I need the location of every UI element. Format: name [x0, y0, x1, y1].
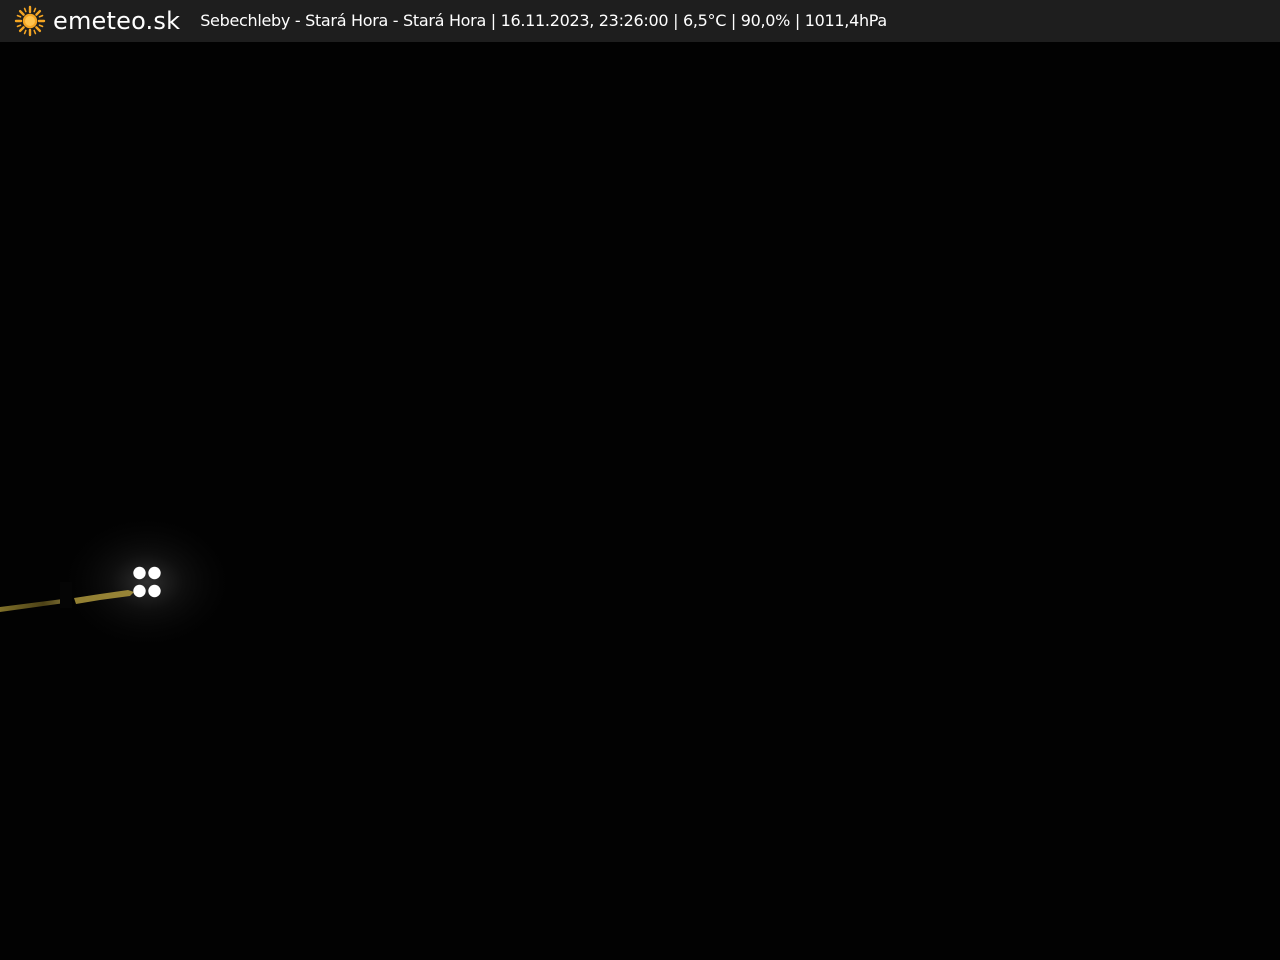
light-spot — [148, 566, 161, 580]
night-scene — [0, 42, 1280, 960]
brand-name: emeteo.sk — [53, 7, 181, 35]
light-halo — [57, 512, 237, 652]
light-spot — [133, 584, 146, 598]
webcam-frame: emeteo.sk Sebechleby - Stará Hora - Star… — [0, 0, 1280, 960]
dark-post — [60, 582, 72, 608]
caption-separator: | — [726, 11, 741, 30]
webcam-caption-bar: emeteo.sk Sebechleby - Stará Hora - Star… — [0, 0, 1280, 42]
caption-temperature: 6,5°C — [682, 11, 727, 30]
caption-separator: | — [485, 11, 501, 30]
caption-datetime: 16.11.2023, 23:26:00 — [500, 11, 669, 30]
caption-separator: | — [668, 11, 683, 30]
caption-location: Sebechleby - Stará Hora - Stará Hora — [200, 11, 486, 30]
caption-separator: | — [790, 11, 805, 30]
night-sky — [0, 42, 1280, 960]
webcam-image — [0, 42, 1280, 960]
light-spot — [133, 566, 146, 580]
sun-icon — [14, 5, 46, 37]
caption-text: Sebechleby - Stará Hora - Stará Hora | 1… — [200, 0, 887, 42]
caption-pressure: 1011,4hPa — [804, 11, 887, 30]
light-spot — [148, 584, 161, 598]
caption-humidity: 90,0% — [740, 11, 791, 30]
